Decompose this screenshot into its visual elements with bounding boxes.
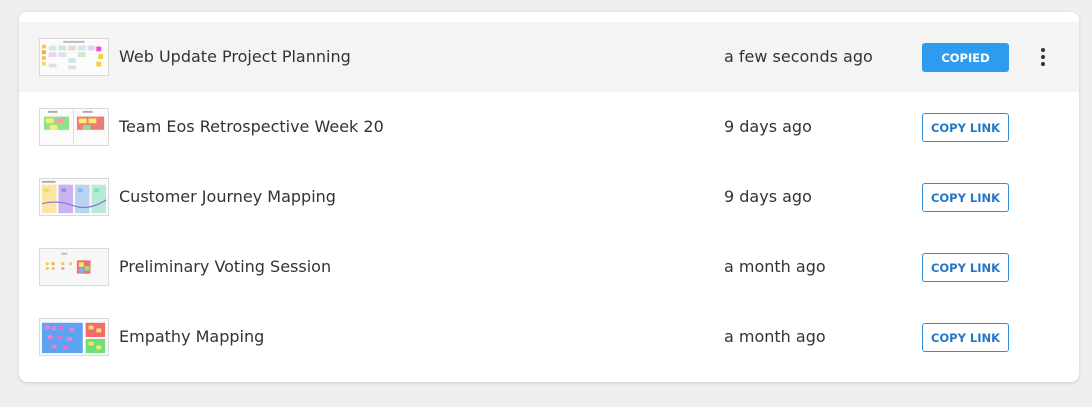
board-title[interactable]: Customer Journey Mapping	[119, 162, 336, 232]
board-updated-time: 9 days ago	[724, 187, 812, 206]
board-title[interactable]: Preliminary Voting Session	[119, 232, 331, 302]
planning-board-thumbnail-icon[interactable]	[39, 38, 109, 76]
board-updated-time: a month ago	[724, 257, 826, 276]
board-row[interactable]: Team Eos Retrospective Week 20 9 days ag…	[19, 92, 1079, 162]
copy-link-button[interactable]: COPY LINK	[922, 253, 1009, 282]
copy-link-button[interactable]: COPY LINK	[922, 323, 1009, 352]
more-vertical-icon[interactable]	[1035, 45, 1051, 69]
voting-board-thumbnail-icon[interactable]	[39, 248, 109, 286]
board-title[interactable]: Web Update Project Planning	[119, 22, 351, 92]
journey-map-thumbnail-icon[interactable]	[39, 178, 109, 216]
board-row[interactable]: Empathy Mapping a month ago COPY LINK	[19, 302, 1079, 372]
copied-button[interactable]: COPIED	[922, 43, 1009, 72]
board-title[interactable]: Empathy Mapping	[119, 302, 264, 372]
copy-link-button[interactable]: COPY LINK	[922, 113, 1009, 142]
board-row[interactable]: Customer Journey Mapping 9 days ago COPY…	[19, 162, 1079, 232]
boards-list: Web Update Project Planning a few second…	[19, 22, 1079, 372]
retrospective-board-thumbnail-icon[interactable]	[39, 108, 109, 146]
board-updated-time: 9 days ago	[724, 117, 812, 136]
board-updated-time: a few seconds ago	[724, 47, 873, 66]
boards-card: Web Update Project Planning a few second…	[19, 12, 1079, 382]
board-updated-time: a month ago	[724, 327, 826, 346]
copy-link-button[interactable]: COPY LINK	[922, 183, 1009, 212]
board-title[interactable]: Team Eos Retrospective Week 20	[119, 92, 384, 162]
board-row[interactable]: Preliminary Voting Session a month ago C…	[19, 232, 1079, 302]
empathy-map-thumbnail-icon[interactable]	[39, 318, 109, 356]
board-row[interactable]: Web Update Project Planning a few second…	[19, 22, 1079, 92]
